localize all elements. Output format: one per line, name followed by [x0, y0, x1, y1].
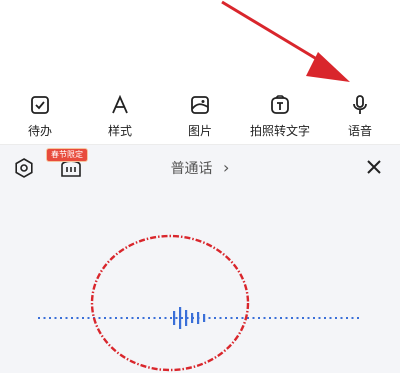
voice-waveform	[38, 234, 360, 372]
annotation-circle	[90, 234, 250, 372]
